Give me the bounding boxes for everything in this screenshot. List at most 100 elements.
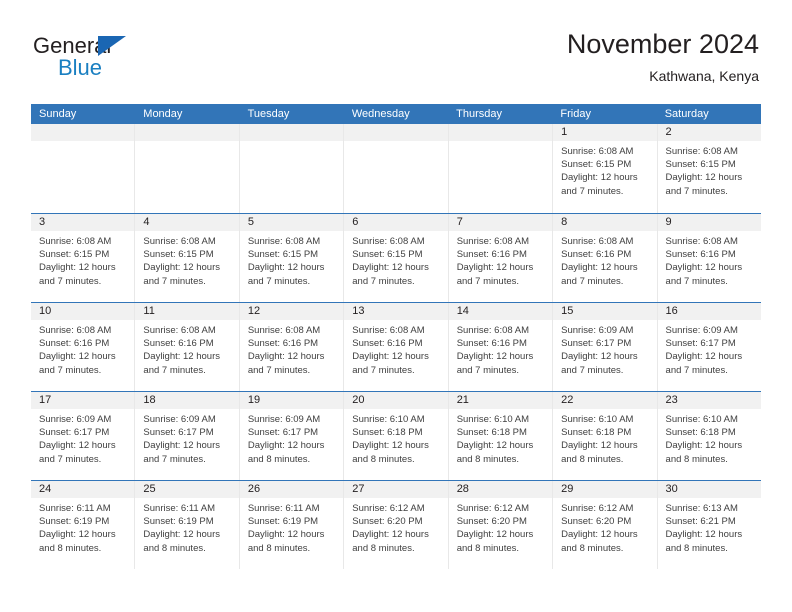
daylight-text-line1: Daylight: 12 hours (561, 351, 638, 363)
day-cell[interactable]: 22 Sunrise: 6:10 AM Sunset: 6:18 PM Dayl… (553, 392, 658, 480)
day-number (31, 124, 135, 141)
day-cell[interactable]: 2 Sunrise: 6:08 AM Sunset: 6:15 PM Dayli… (657, 124, 761, 213)
day-info: Sunrise: 6:08 AM Sunset: 6:16 PM Dayligh… (449, 320, 552, 377)
sunrise-text: Sunrise: 6:08 AM (39, 236, 112, 247)
day-cell[interactable]: 1 Sunrise: 6:08 AM Sunset: 6:15 PM Dayli… (553, 124, 658, 213)
day-info: Sunrise: 6:08 AM Sunset: 6:16 PM Dayligh… (344, 320, 447, 377)
day-cell[interactable]: 17 Sunrise: 6:09 AM Sunset: 6:17 PM Dayl… (31, 392, 136, 480)
day-cell[interactable]: 13 Sunrise: 6:08 AM Sunset: 6:16 PM Dayl… (344, 303, 449, 391)
day-cell[interactable]: 14 Sunrise: 6:08 AM Sunset: 6:16 PM Dayl… (448, 303, 554, 391)
sunrise-text: Sunrise: 6:12 AM (561, 503, 634, 514)
daylight-text-line2: and 8 minutes. (39, 542, 102, 554)
day-number: 1 (553, 124, 657, 141)
day-cell[interactable]: 4 Sunrise: 6:08 AM Sunset: 6:15 PM Dayli… (135, 214, 240, 302)
weekday-sunday: Sunday (39, 108, 77, 120)
generalblue-logo[interactable]: General Blue (33, 34, 213, 86)
page-title: November 2024 (566, 29, 759, 59)
day-info: Sunrise: 6:12 AM Sunset: 6:20 PM Dayligh… (449, 498, 552, 555)
day-cell[interactable]: 29 Sunrise: 6:12 AM Sunset: 6:20 PM Dayl… (553, 481, 658, 569)
day-cell[interactable]: 24 Sunrise: 6:11 AM Sunset: 6:19 PM Dayl… (31, 481, 136, 569)
daylight-text-line1: Daylight: 12 hours (247, 262, 325, 274)
day-cell[interactable]: 12 Sunrise: 6:08 AM Sunset: 6:16 PM Dayl… (239, 303, 345, 391)
day-cell[interactable]: 15 Sunrise: 6:09 AM Sunset: 6:17 PM Dayl… (553, 303, 658, 391)
sunrise-text: Sunrise: 6:09 AM (247, 414, 321, 425)
day-info: Sunrise: 6:10 AM Sunset: 6:18 PM Dayligh… (344, 409, 447, 466)
day-number: 7 (448, 214, 553, 231)
daylight-text-line1: Daylight: 12 hours (456, 351, 534, 363)
day-info: Sunrise: 6:10 AM Sunset: 6:18 PM Dayligh… (658, 409, 761, 466)
daylight-text-line2: and 7 minutes. (247, 275, 311, 287)
sunrise-text: Sunrise: 6:08 AM (456, 325, 530, 336)
day-cell[interactable]: 7 Sunrise: 6:08 AM Sunset: 6:16 PM Dayli… (448, 214, 554, 302)
sunset-text: Sunset: 6:15 PM (143, 249, 214, 261)
day-cell[interactable]: 9 Sunrise: 6:08 AM Sunset: 6:16 PM Dayli… (657, 214, 761, 302)
day-number: 21 (448, 392, 553, 409)
daylight-text-line1: Daylight: 12 hours (665, 351, 743, 363)
day-cell[interactable]: 30 Sunrise: 6:13 AM Sunset: 6:21 PM Dayl… (657, 481, 761, 569)
sunset-text: Sunset: 6:21 PM (665, 516, 736, 528)
day-number: 3 (31, 214, 135, 231)
sunrise-text: Sunrise: 6:13 AM (665, 503, 738, 514)
weekday-saturday: Saturday (664, 108, 709, 120)
day-number: 25 (135, 481, 239, 498)
sunset-text: Sunset: 6:16 PM (665, 249, 736, 261)
daylight-text-line2: and 7 minutes. (352, 364, 415, 376)
day-info: Sunrise: 6:08 AM Sunset: 6:15 PM Dayligh… (240, 231, 343, 288)
sunset-text: Sunset: 6:17 PM (39, 427, 110, 439)
weekday-thursday: Thursday (456, 108, 502, 120)
day-cell[interactable]: 23 Sunrise: 6:10 AM Sunset: 6:18 PM Dayl… (657, 392, 761, 480)
day-number: 11 (135, 303, 239, 320)
day-cell[interactable]: 25 Sunrise: 6:11 AM Sunset: 6:19 PM Dayl… (135, 481, 240, 569)
daylight-text-line1: Daylight: 12 hours (352, 440, 429, 452)
daylight-text-line2: and 8 minutes. (143, 542, 206, 554)
sunset-text: Sunset: 6:19 PM (247, 516, 319, 528)
daylight-text-line2: and 8 minutes. (456, 542, 520, 554)
daylight-text-line2: and 8 minutes. (665, 453, 728, 465)
sunrise-text: Sunrise: 6:08 AM (665, 146, 738, 157)
sunset-text: Sunset: 6:18 PM (665, 427, 736, 439)
daylight-text-line2: and 7 minutes. (665, 275, 728, 287)
day-info: Sunrise: 6:08 AM Sunset: 6:16 PM Dayligh… (135, 320, 238, 377)
sunrise-text: Sunrise: 6:09 AM (143, 414, 216, 425)
day-info: Sunrise: 6:10 AM Sunset: 6:18 PM Dayligh… (449, 409, 552, 466)
day-cell[interactable]: 20 Sunrise: 6:10 AM Sunset: 6:18 PM Dayl… (344, 392, 449, 480)
daylight-text-line2: and 7 minutes. (143, 364, 206, 376)
day-cell[interactable]: 16 Sunrise: 6:09 AM Sunset: 6:17 PM Dayl… (657, 303, 761, 391)
day-cell[interactable] (239, 124, 345, 213)
day-cell[interactable]: 28 Sunrise: 6:12 AM Sunset: 6:20 PM Dayl… (448, 481, 554, 569)
day-cell[interactable]: 27 Sunrise: 6:12 AM Sunset: 6:20 PM Dayl… (344, 481, 449, 569)
daylight-text-line1: Daylight: 12 hours (665, 529, 743, 541)
daylight-text-line1: Daylight: 12 hours (561, 172, 638, 184)
sunrise-text: Sunrise: 6:10 AM (456, 414, 530, 425)
day-info: Sunrise: 6:12 AM Sunset: 6:20 PM Dayligh… (553, 498, 656, 555)
day-cell[interactable]: 11 Sunrise: 6:08 AM Sunset: 6:16 PM Dayl… (135, 303, 240, 391)
logo-text-blue: Blue (58, 55, 103, 80)
day-cell[interactable]: 5 Sunrise: 6:08 AM Sunset: 6:15 PM Dayli… (239, 214, 345, 302)
day-cell[interactable]: 18 Sunrise: 6:09 AM Sunset: 6:17 PM Dayl… (135, 392, 240, 480)
day-cell[interactable] (135, 124, 240, 213)
day-cell[interactable] (344, 124, 449, 213)
day-info: Sunrise: 6:12 AM Sunset: 6:20 PM Dayligh… (344, 498, 447, 555)
day-info: Sunrise: 6:08 AM Sunset: 6:15 PM Dayligh… (135, 231, 238, 288)
sunrise-text: Sunrise: 6:11 AM (143, 503, 216, 514)
sunrise-text: Sunrise: 6:10 AM (561, 414, 634, 425)
day-cell[interactable] (31, 124, 136, 213)
day-cell[interactable]: 21 Sunrise: 6:10 AM Sunset: 6:18 PM Dayl… (448, 392, 554, 480)
daylight-text-line2: and 7 minutes. (561, 185, 624, 197)
day-cell[interactable] (448, 124, 554, 213)
sunset-text: Sunset: 6:19 PM (39, 516, 110, 528)
day-cell[interactable]: 3 Sunrise: 6:08 AM Sunset: 6:15 PM Dayli… (31, 214, 136, 302)
day-cell[interactable]: 6 Sunrise: 6:08 AM Sunset: 6:15 PM Dayli… (344, 214, 449, 302)
sunrise-text: Sunrise: 6:09 AM (39, 414, 112, 425)
day-info: Sunrise: 6:09 AM Sunset: 6:17 PM Dayligh… (240, 409, 343, 466)
day-cell[interactable]: 8 Sunrise: 6:08 AM Sunset: 6:16 PM Dayli… (553, 214, 658, 302)
daylight-text-line1: Daylight: 12 hours (143, 440, 220, 452)
sunset-text: Sunset: 6:15 PM (247, 249, 319, 261)
sunset-text: Sunset: 6:17 PM (247, 427, 319, 439)
daylight-text-line2: and 7 minutes. (39, 275, 102, 287)
daylight-text-line1: Daylight: 12 hours (247, 351, 325, 363)
day-cell[interactable]: 26 Sunrise: 6:11 AM Sunset: 6:19 PM Dayl… (239, 481, 345, 569)
sunset-text: Sunset: 6:15 PM (39, 249, 110, 261)
day-cell[interactable]: 10 Sunrise: 6:08 AM Sunset: 6:16 PM Dayl… (31, 303, 136, 391)
day-cell[interactable]: 19 Sunrise: 6:09 AM Sunset: 6:17 PM Dayl… (239, 392, 345, 480)
